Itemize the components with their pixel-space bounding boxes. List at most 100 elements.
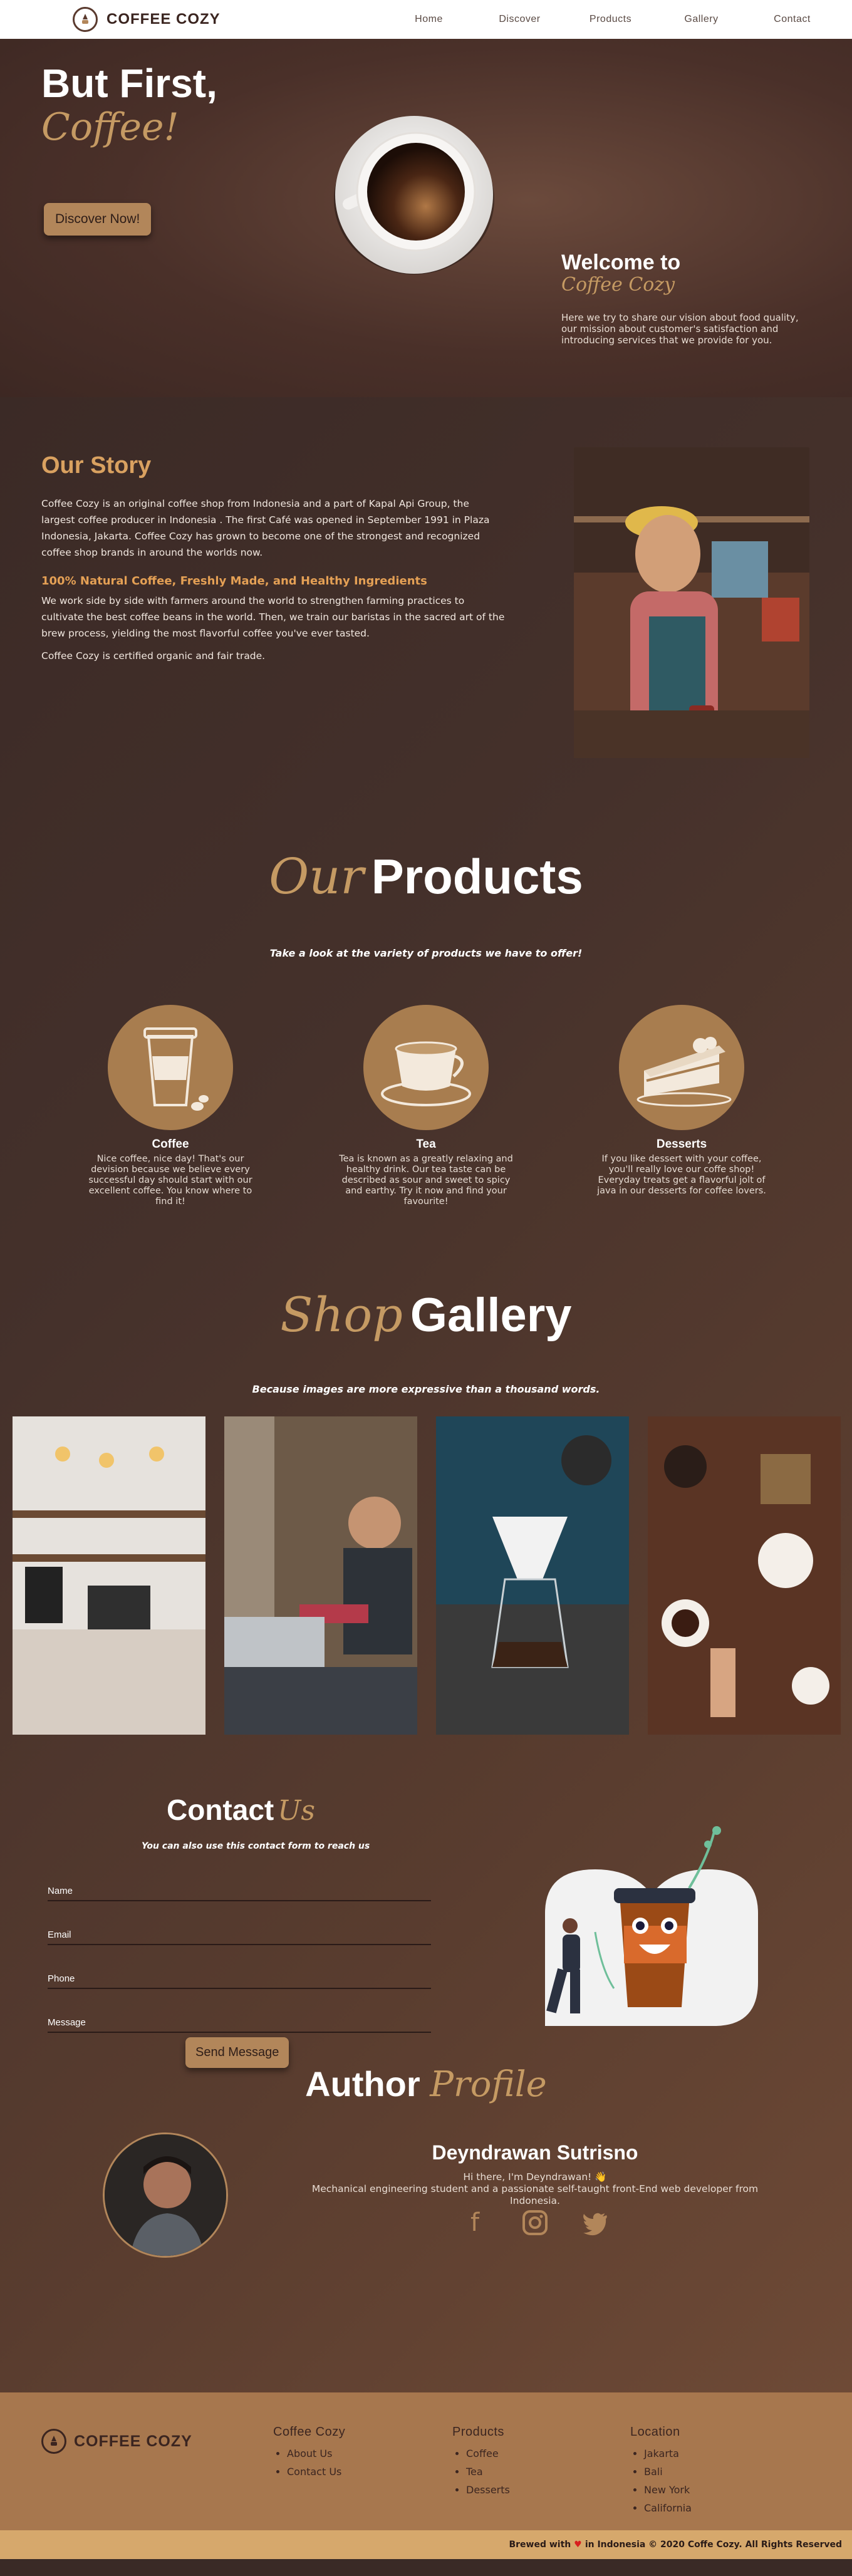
story-title: Our Story — [41, 452, 152, 479]
brand-name: COFFEE COZY — [106, 11, 221, 28]
contact-subtitle: You can also use this contact form to re… — [142, 1841, 370, 1851]
nav-discover[interactable]: Discover — [474, 14, 565, 25]
footer-col-title: Coffee Cozy — [273, 2425, 346, 2439]
story-paragraph-1: Coffee Cozy is an original coffee shop f… — [41, 498, 490, 558]
footer-col-title: Products — [452, 2425, 504, 2439]
footer-link-california[interactable]: California — [644, 2499, 692, 2517]
hero-section: But First, Coffee! Discover Now! Welcome… — [0, 39, 852, 397]
products-title: Our Products — [0, 848, 852, 905]
gallery-image-customer[interactable] — [224, 1416, 417, 1735]
copyright-left: Brewed with — [509, 2540, 571, 2550]
instagram-icon[interactable] — [521, 2209, 549, 2236]
author-title: Author Profile — [0, 2064, 852, 2105]
product-name: Desserts — [656, 1138, 707, 1151]
products-title-script: Our — [269, 849, 364, 905]
gallery-grid — [13, 1416, 841, 1735]
email-label: Email — [48, 1929, 71, 1940]
author-name: Deyndrawan Sutrisno — [432, 2141, 638, 2164]
nav-menu: Home Discover Products Gallery Contact — [383, 14, 838, 25]
product-card-desserts[interactable]: Desserts If you like dessert with your c… — [588, 1005, 776, 1197]
gallery-title-text: Gallery — [410, 1289, 572, 1342]
message-field[interactable]: Message — [48, 2017, 431, 2033]
product-card-tea[interactable]: Tea Tea is known as a greatly relaxing a… — [332, 1005, 520, 1207]
phone-label: Phone — [48, 1973, 75, 1984]
author-title-script: Profile — [430, 2064, 547, 2105]
contact-title-text: Contact — [167, 1794, 274, 1826]
copyright-bar: Brewed with ♥ in Indonesia © 2020 Coffe … — [0, 2530, 852, 2559]
coffee-cup-image — [332, 113, 496, 277]
top-navbar: COFFEE COZY Home Discover Products Galle… — [0, 0, 852, 39]
email-input-underline[interactable] — [48, 1944, 431, 1945]
copyright-right: in Indonesia © 2020 Coffe Cozy. All Righ… — [584, 2540, 842, 2550]
story-paragraph-3: Coffee Cozy is certified organic and fai… — [41, 650, 266, 662]
facebook-icon[interactable]: f — [461, 2209, 489, 2236]
our-story-section: Our Story Coffee Cozy is an original cof… — [41, 452, 505, 670]
contact-title-script: Us — [278, 1795, 315, 1827]
nav-home[interactable]: Home — [383, 14, 474, 25]
footer-link-tea[interactable]: Tea — [466, 2463, 510, 2481]
email-field[interactable]: Email — [48, 1929, 431, 1945]
gallery-subtitle: Because images are more expressive than … — [252, 1383, 600, 1395]
message-input-underline[interactable] — [48, 2032, 431, 2033]
nav-contact[interactable]: Contact — [747, 14, 838, 25]
phone-input-underline[interactable] — [48, 1988, 431, 1989]
story-subtitle: 100% Natural Coffee, Freshly Made, and H… — [41, 574, 427, 588]
product-name: Tea — [416, 1138, 436, 1151]
footer-link-bali[interactable]: Bali — [644, 2463, 692, 2481]
name-label: Name — [48, 1886, 73, 1896]
footer-brand-name: COFFEE COZY — [74, 2432, 192, 2450]
footer: COFFEE COZY Coffee Cozy About Us Contact… — [0, 2392, 852, 2530]
footer-brand[interactable]: COFFEE COZY — [41, 2429, 192, 2454]
discover-now-button[interactable]: Discover Now! — [44, 203, 152, 236]
nav-products[interactable]: Products — [565, 14, 656, 25]
product-description: Nice coffee, nice day! That's our devisi… — [88, 1154, 252, 1207]
main-content: Our Story Coffee Cozy is an original cof… — [0, 397, 852, 2392]
cake-slice-icon — [619, 1005, 744, 1130]
social-links: f — [461, 2209, 609, 2236]
product-card-coffee[interactable]: Coffee Nice coffee, nice day! That's our… — [76, 1005, 264, 1207]
footer-link-coffee[interactable]: Coffee — [466, 2444, 510, 2463]
footer-col-products: Products Coffee Tea Desserts — [452, 2425, 510, 2499]
product-description: If you like dessert with your coffee, yo… — [597, 1154, 766, 1196]
author-bio: Hi there, I'm Deyndrawan! 👋 Mechanical e… — [297, 2171, 773, 2207]
author-greeting: Hi there, I'm Deyndrawan! 👋 — [463, 2171, 607, 2183]
footer-link-new-york[interactable]: New York — [644, 2481, 692, 2499]
hero-title: But First, — [41, 61, 217, 106]
coffee-cup-logo-icon — [41, 2429, 66, 2454]
name-field[interactable]: Name — [48, 1886, 431, 1901]
hero-script-word: Coffee! — [41, 105, 179, 149]
product-name: Coffee — [152, 1138, 189, 1151]
gallery-title: Shop Gallery — [0, 1287, 852, 1343]
author-avatar — [103, 2132, 228, 2258]
heart-icon: ♥ — [574, 2540, 582, 2550]
gallery-image-pour-over[interactable] — [436, 1416, 629, 1735]
coffee-cup-icon — [108, 1005, 233, 1130]
footer-col-location: Location Jakarta Bali New York Californi… — [630, 2425, 692, 2517]
brand[interactable]: COFFEE COZY — [73, 7, 221, 32]
footer-link-desserts[interactable]: Desserts — [466, 2481, 510, 2499]
barista-photo — [574, 447, 809, 758]
contact-title: Contact Us — [167, 1793, 315, 1827]
footer-link-jakarta[interactable]: Jakarta — [644, 2444, 692, 2463]
phone-field[interactable]: Phone — [48, 1973, 431, 1989]
twitter-icon[interactable] — [581, 2209, 609, 2236]
welcome-block: Welcome to Coffee Cozy Here we try to sh… — [561, 251, 799, 346]
gallery-image-table-spread[interactable] — [648, 1416, 841, 1735]
coffee-cup-logo-icon — [73, 7, 98, 32]
footer-link-contact[interactable]: Contact Us — [287, 2463, 345, 2481]
tea-cup-icon — [363, 1005, 489, 1130]
author-title-text: Author — [305, 2064, 420, 2104]
footer-link-about[interactable]: About Us — [287, 2444, 345, 2463]
products-title-text: Products — [371, 849, 583, 904]
name-input-underline[interactable] — [48, 1900, 431, 1901]
products-subtitle: Take a look at the variety of products w… — [269, 947, 583, 959]
welcome-script: Coffee Cozy — [561, 274, 675, 296]
footer-col-title: Location — [630, 2425, 680, 2439]
welcome-text: Here we try to share our vision about fo… — [561, 312, 799, 346]
nav-gallery[interactable]: Gallery — [656, 14, 747, 25]
footer-col-company: Coffee Cozy About Us Contact Us — [273, 2425, 345, 2481]
story-paragraph-2: We work side by side with farmers around… — [41, 595, 505, 639]
gallery-title-script: Shop — [280, 1287, 403, 1343]
gallery-image-coffee-bar[interactable] — [13, 1416, 205, 1735]
product-description: Tea is known as a greatly relaxing and h… — [339, 1154, 513, 1207]
